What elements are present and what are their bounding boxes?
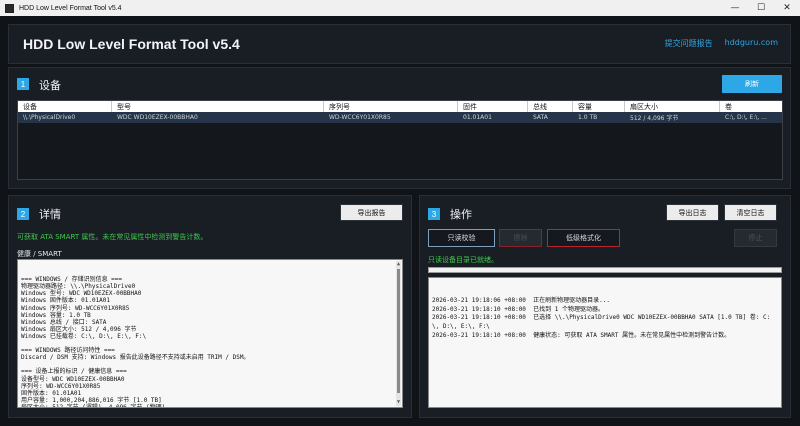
text-line: Windows 总线 / 接口: SATA <box>21 318 107 326</box>
device-table: 设备 型号 序列号 固件 总线 容量 扇区大小 卷 \\.\PhysicalDr… <box>17 100 783 180</box>
close-button[interactable]: ✕ <box>774 0 800 16</box>
col-firmware[interactable]: 固件 <box>458 101 528 112</box>
export-log-button[interactable]: 导出日志 <box>666 204 719 221</box>
devices-title: 设备 <box>39 79 61 92</box>
scroll-down-icon[interactable]: ▼ <box>396 399 401 406</box>
maximize-button[interactable]: ☐ <box>748 0 774 16</box>
text-line: 固件版本: 01.01A01 <box>21 389 82 397</box>
col-volumes[interactable]: 卷 <box>720 101 772 112</box>
col-capacity[interactable]: 容量 <box>573 101 625 112</box>
text-line: 设备型号: WDC WD10EZEX-00BBHA0 <box>21 375 125 383</box>
low-level-format-button[interactable]: 低级格式化 <box>547 229 620 247</box>
text-line: Windows 扇区大小: 512 / 4,096 字节 <box>21 325 137 333</box>
text-line: 序列号: WD-WCC6Y01X0R85 <box>21 382 101 390</box>
cell-device: \\.\PhysicalDrive0 <box>23 114 76 121</box>
minimize-button[interactable]: — <box>722 0 748 16</box>
col-device[interactable]: 设备 <box>18 101 112 112</box>
cell-sector-size: 512 / 4,096 字节 <box>630 115 679 122</box>
operation-status-text: 只读设备目录已就绪。 <box>428 256 498 264</box>
text-line: === 设备上报的标识 / 健康信息 === <box>21 368 127 376</box>
text-line: Windows 已挂载卷: C:\, D:\, E:\, F:\ <box>21 332 147 340</box>
refresh-button[interactable]: 刷新 <box>722 75 782 93</box>
cell-firmware: 01.01A01 <box>463 114 492 121</box>
log-textbox[interactable]: 2026-03-21 19:18:06 +08:00 正在刷新物理驱动器目录..… <box>428 277 782 408</box>
cell-bus: SATA <box>533 114 548 121</box>
device-table-header: 设备 型号 序列号 固件 总线 容量 扇区大小 卷 <box>18 101 782 112</box>
window-title: HDD Low Level Format Tool v5.4 <box>19 4 122 12</box>
scroll-up-icon[interactable]: ▲ <box>396 261 401 268</box>
app-header: HDD Low Level Format Tool v5.4 提交问题报告 hd… <box>8 24 791 64</box>
details-textbox[interactable]: === WINDOWS / 存储识别信息 === 物理驱动器路径: \\.\Phy… <box>17 259 403 408</box>
text-line: Windows 序列号: WD-WCC6Y01X0R85 <box>21 304 130 312</box>
verify-button[interactable]: 只读校验 <box>428 229 495 247</box>
scroll-thumb[interactable] <box>397 269 400 393</box>
col-bus[interactable]: 总线 <box>528 101 573 112</box>
cell-capacity: 1.0 TB <box>578 114 598 121</box>
text-line: Windows 容量: 1.0 TB <box>21 311 91 319</box>
text-line: Discard / DSM 支持: Windows 报告此设备路径不支持或未启用… <box>21 354 250 362</box>
report-issue-link[interactable]: 提交问题报告 <box>665 38 713 49</box>
text-line: 2026-03-21 19:18:10 +08:00 已选择 \\.\Physi… <box>432 314 771 322</box>
health-label: 健康 / SMART <box>17 250 62 258</box>
text-line: 2026-03-21 19:18:06 +08:00 正在刷新物理驱动器目录..… <box>432 297 610 305</box>
stop-button[interactable]: 停止 <box>734 229 777 247</box>
smart-status-text: 可获取 ATA SMART 属性。未在常见属性中检测到警告计数。 <box>17 233 208 241</box>
col-model[interactable]: 型号 <box>112 101 324 112</box>
app-title: HDD Low Level Format Tool v5.4 <box>23 36 240 52</box>
col-serial[interactable]: 序列号 <box>324 101 458 112</box>
export-report-button[interactable]: 导出报告 <box>340 204 403 221</box>
section-number-1: 1 <box>17 78 29 90</box>
details-lines: === WINDOWS / 存储识别信息 === 物理驱动器路径: \\.\Phy… <box>21 276 399 408</box>
erase-button[interactable]: 擦除 <box>499 229 542 247</box>
log-lines: 2026-03-21 19:18:06 +08:00 正在刷新物理驱动器目录..… <box>432 297 778 340</box>
section-number-2: 2 <box>17 208 29 220</box>
text-line: \, D:\, E:\, F:\ <box>432 322 490 330</box>
cell-serial: WD-WCC6Y01X0R85 <box>329 114 391 121</box>
window-titlebar: HDD Low Level Format Tool v5.4 — ☐ ✕ <box>0 0 800 16</box>
cell-volumes: C:\, D:\, E:\, ... <box>725 114 767 121</box>
cell-model: WDC WD10EZEX-00BBHA0 <box>117 114 198 121</box>
text-line: 用户容量: 1,000,204,886,016 字节 [1.0 TB] <box>21 396 162 404</box>
website-link[interactable]: hddguru.com <box>725 38 778 49</box>
col-sector-size[interactable]: 扇区大小 <box>625 101 720 112</box>
details-title: 详情 <box>39 208 61 221</box>
text-line: Windows 固件版本: 01.01A01 <box>21 297 111 305</box>
progress-bar <box>428 267 782 273</box>
details-scrollbar[interactable]: ▲ ▼ <box>396 261 401 406</box>
text-line: 扇区大小: 512 字节 (逻辑), 4,096 字节 (物理) <box>21 403 166 408</box>
section-number-3: 3 <box>428 208 440 220</box>
operations-title: 操作 <box>450 208 472 221</box>
text-line: 2026-03-21 19:18:10 +08:00 健康状态: 可获取 ATA… <box>432 331 731 339</box>
clear-log-button[interactable]: 清空日志 <box>724 204 777 221</box>
table-row[interactable]: \\.\PhysicalDrive0 WDC WD10EZEX-00BBHA0 … <box>18 112 782 123</box>
app-icon <box>5 3 14 13</box>
